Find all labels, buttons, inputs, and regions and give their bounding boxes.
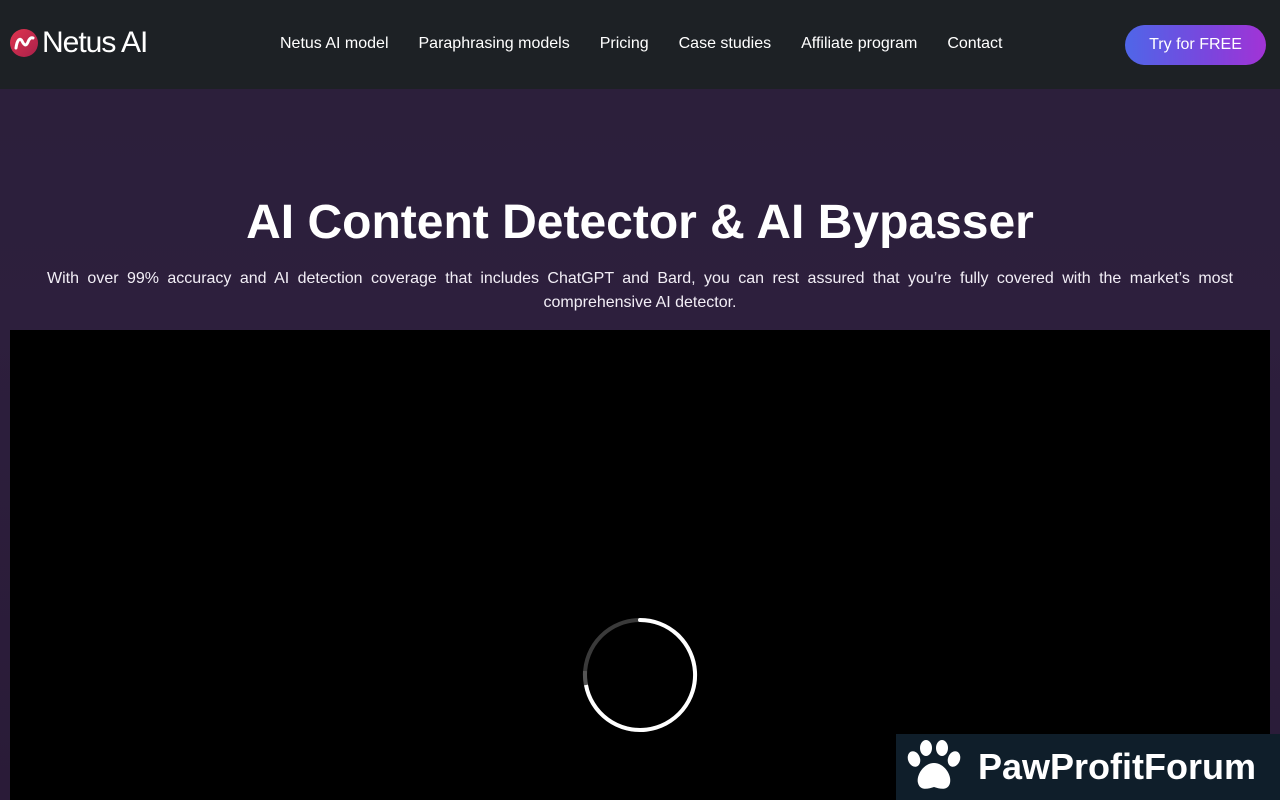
nav-link-affiliate-program[interactable]: Affiliate program bbox=[801, 34, 917, 54]
watermark-text: PawProfitForum bbox=[978, 746, 1257, 787]
main-nav: Netus AI model Paraphrasing models Prici… bbox=[280, 34, 1002, 54]
nav-link-contact[interactable]: Contact bbox=[947, 34, 1002, 54]
nav-link-pricing[interactable]: Pricing bbox=[600, 34, 649, 54]
nav-link-netus-ai-model[interactable]: Netus AI model bbox=[280, 34, 389, 54]
hero-subtitle: With over 99% accuracy and AI detection … bbox=[47, 270, 1233, 311]
nav-link-paraphrasing-models[interactable]: Paraphrasing models bbox=[419, 34, 570, 54]
top-navbar: Netus AI Netus AI model Paraphrasing mod… bbox=[0, 0, 1280, 89]
brand-logo[interactable]: Netus AI bbox=[9, 26, 148, 59]
hero-title: AI Content Detector & AI Bypasser bbox=[246, 196, 1034, 249]
watermark-banner: PawProfitForum bbox=[896, 734, 1280, 800]
video-player[interactable] bbox=[10, 330, 1270, 800]
nav-link-case-studies[interactable]: Case studies bbox=[679, 34, 772, 54]
try-for-free-button[interactable]: Try for FREE bbox=[1125, 25, 1266, 65]
netus-logo-icon bbox=[10, 29, 38, 57]
brand-name: Netus AI bbox=[42, 26, 148, 59]
paw-icon bbox=[907, 740, 961, 789]
loading-spinner-icon bbox=[582, 618, 698, 732]
